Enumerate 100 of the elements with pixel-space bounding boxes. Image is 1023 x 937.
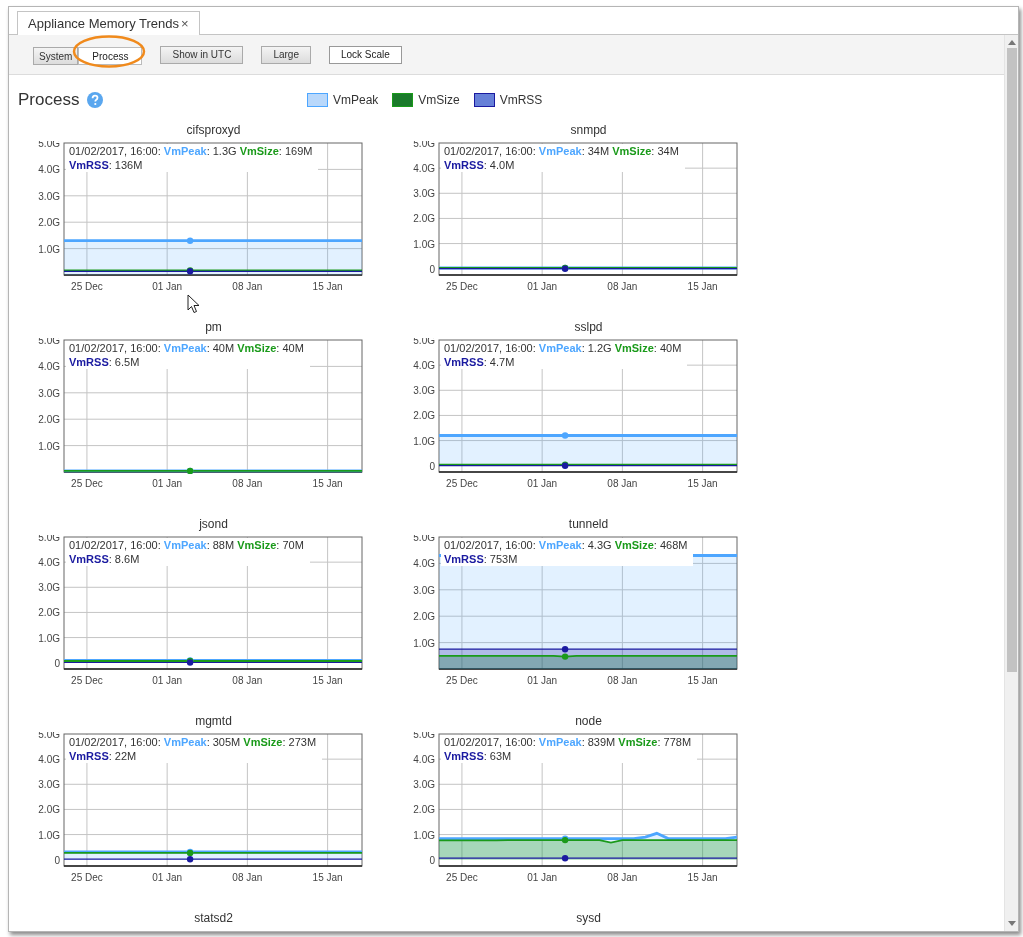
- x-tick-label: 15 Jan: [312, 478, 343, 489]
- y-tick-label: 1.0G: [38, 829, 60, 841]
- x-tick-label: 08 Jan: [607, 478, 638, 489]
- tooltip-value: VmRSS: 753M: [444, 553, 518, 565]
- y-tick-label: 2.0G: [38, 607, 60, 619]
- x-tick-label: 15 Jan: [687, 281, 718, 292]
- tooltip-value: VmPeak: 4.3G: [538, 539, 613, 551]
- chart-title: statsd2: [194, 911, 233, 925]
- y-tick-label: 4.0G: [38, 754, 60, 766]
- chart-title: cifsproxyd: [186, 123, 241, 137]
- x-tick-label: 01 Jan: [152, 478, 183, 489]
- y-tick-label: 3.0G: [413, 779, 435, 791]
- x-tick-label: 08 Jan: [232, 675, 263, 686]
- tooltip-value: VmRSS: 4.0M: [444, 159, 515, 171]
- tooltip-value: VmPeak: 839M: [538, 736, 617, 748]
- x-tick-label: 08 Jan: [232, 872, 263, 883]
- y-tick-label: 0: [429, 263, 435, 275]
- chart-title: mgmtd: [195, 714, 232, 728]
- x-tick-label: 15 Jan: [312, 872, 343, 883]
- x-tick-label: 08 Jan: [232, 478, 263, 489]
- x-tick-label: 01 Jan: [527, 675, 558, 686]
- tooltip-value: VmRSS: 8.6M: [69, 553, 140, 565]
- tooltip-time: 01/02/2017, 16:00:: [69, 539, 162, 551]
- x-tick-label: 01 Jan: [527, 281, 558, 292]
- y-tick-label: 2.0G: [38, 804, 60, 816]
- x-tick-label: 25 Dec: [71, 675, 103, 686]
- tooltip-value: VmSize: 778M: [618, 736, 692, 748]
- y-tick-label: 2.0G: [38, 414, 60, 426]
- chart-title: snmpd: [570, 123, 607, 137]
- tooltip-time: 01/02/2017, 16:00:: [444, 145, 537, 157]
- x-tick-label: 15 Jan: [312, 281, 343, 292]
- tooltip-time: 01/02/2017, 16:00:: [69, 145, 162, 157]
- x-tick-label: 25 Dec: [446, 675, 478, 686]
- y-tick-label: 2.0G: [413, 611, 435, 623]
- x-tick-label: 08 Jan: [607, 281, 638, 292]
- chart-title: tunneld: [568, 517, 609, 531]
- x-tick-label: 25 Dec: [71, 281, 103, 292]
- x-tick-label: 15 Jan: [687, 478, 718, 489]
- y-tick-label: 3.0G: [38, 387, 60, 399]
- tooltip-value: VmPeak: 1.2G: [538, 342, 613, 354]
- y-tick-label: 1.0G: [413, 238, 435, 250]
- x-tick-label: 25 Dec: [446, 872, 478, 883]
- y-tick-label: 3.0G: [38, 779, 60, 791]
- x-tick-label: 25 Dec: [446, 281, 478, 292]
- x-tick-label: 01 Jan: [152, 281, 183, 292]
- y-tick-label: 3.0G: [413, 188, 435, 200]
- tooltip-value: VmPeak: 1.3G: [163, 145, 238, 157]
- tooltip-value: VmRSS: 22M: [69, 750, 137, 762]
- x-tick-label: 25 Dec: [446, 478, 478, 489]
- y-tick-label: 1.0G: [38, 440, 60, 452]
- tooltip-value: VmSize: 169M: [239, 145, 313, 157]
- tab-title: Appliance Memory Trends: [28, 14, 179, 33]
- y-tick-label: 2.0G: [38, 217, 60, 229]
- tooltip-time: 01/02/2017, 16:00:: [444, 736, 537, 748]
- y-tick-label: 1.0G: [413, 829, 435, 841]
- chart-title: node: [575, 714, 602, 728]
- y-tick-label: 2.0G: [413, 804, 435, 816]
- chart-title: sysd: [576, 911, 601, 925]
- legend-label: VmPeak: [333, 92, 379, 109]
- y-tick-label: 4.0G: [38, 361, 60, 373]
- tooltip-value: VmPeak: 88M: [163, 539, 236, 551]
- x-tick-label: 15 Jan: [687, 872, 718, 883]
- y-tick-label: 1.0G: [38, 243, 60, 255]
- y-tick-label: 0: [429, 460, 435, 472]
- tooltip-value: VmRSS: 6.5M: [69, 356, 140, 368]
- tooltip-value: VmRSS: 63M: [444, 750, 512, 762]
- chart-title: pm: [205, 320, 222, 334]
- legend-label: VmSize: [418, 92, 460, 109]
- x-tick-label: 01 Jan: [527, 872, 558, 883]
- y-tick-label: 0: [54, 657, 60, 669]
- x-tick-label: 15 Jan: [687, 675, 718, 686]
- y-tick-label: 4.0G: [38, 557, 60, 569]
- tooltip-time: 01/02/2017, 16:00:: [444, 539, 537, 551]
- y-tick-label: 1.0G: [38, 632, 60, 644]
- x-tick-label: 25 Dec: [71, 478, 103, 489]
- y-tick-label: 4.0G: [413, 360, 435, 372]
- y-tick-label: 0: [429, 854, 435, 866]
- y-tick-label: 0: [54, 854, 60, 866]
- y-tick-label: 2.0G: [413, 213, 435, 225]
- y-tick-label: 3.0G: [413, 385, 435, 397]
- tooltip-value: VmPeak: 40M: [163, 342, 236, 354]
- tooltip-value: VmSize: 40M: [614, 342, 682, 354]
- x-tick-label: 08 Jan: [607, 675, 638, 686]
- y-tick-label: 4.0G: [413, 163, 435, 175]
- x-tick-label: 01 Jan: [527, 478, 558, 489]
- tooltip-value: VmPeak: 305M: [163, 736, 242, 748]
- y-tick-label: 3.0G: [413, 584, 435, 596]
- x-tick-label: 08 Jan: [607, 872, 638, 883]
- tooltip-value: VmSize: 273M: [243, 736, 317, 748]
- tooltip-time: 01/02/2017, 16:00:: [69, 736, 162, 748]
- x-tick-label: 01 Jan: [152, 872, 183, 883]
- tooltip-value: VmSize: 40M: [237, 342, 304, 354]
- tooltip-time: 01/02/2017, 16:00:: [444, 342, 537, 354]
- tooltip-value: VmRSS: 136M: [69, 159, 143, 171]
- legend-label: VmRSS: [499, 92, 543, 109]
- tooltip-value: VmSize: 70M: [237, 539, 304, 551]
- y-tick-label: 1.0G: [413, 435, 435, 447]
- y-tick-label: 4.0G: [413, 558, 435, 570]
- section-title: Process: [18, 89, 80, 112]
- x-tick-label: 08 Jan: [232, 281, 263, 292]
